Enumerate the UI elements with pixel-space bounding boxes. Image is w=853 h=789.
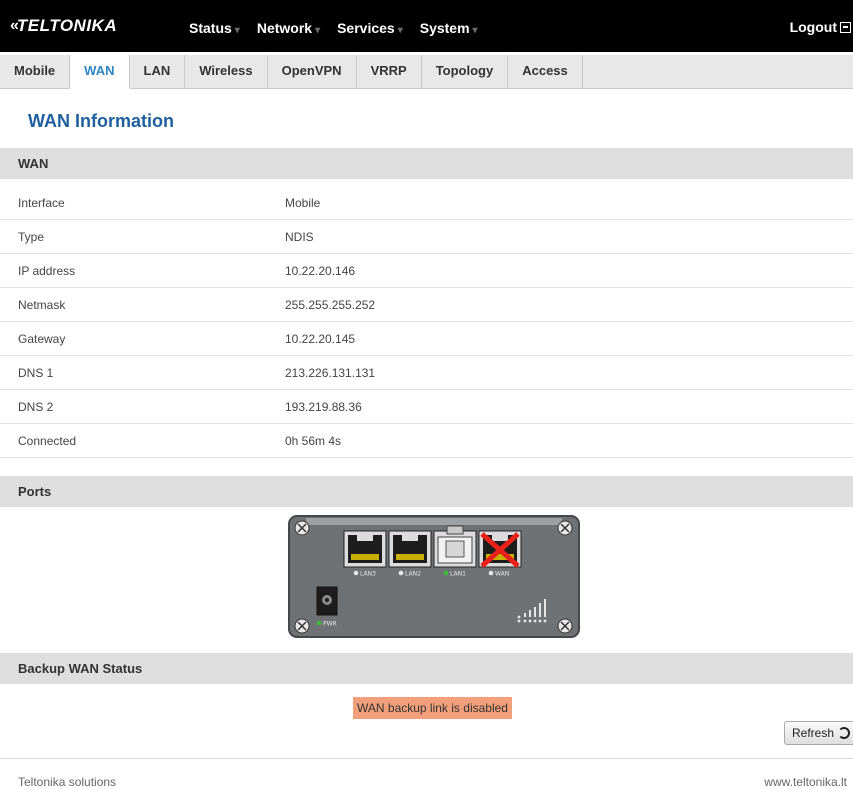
menu-system[interactable]: System ▾ [420,20,478,36]
power-jack [316,586,338,616]
main-menu: Status ▾ Network ▾ Services ▾ System ▾ [189,20,495,36]
caret-down-icon: ▾ [397,25,403,36]
caret-down-icon: ▾ [234,25,240,36]
teltonika-logo[interactable]: « TELTONIKA [10,14,117,38]
port-lan1 [433,525,477,568]
tab-vrrp[interactable]: VRRP [357,55,422,88]
screw-icon [557,520,573,536]
status-tabs: Mobile WAN LAN Wireless OpenVPN VRRP Top… [0,55,853,89]
tab-openvpn[interactable]: OpenVPN [268,55,357,88]
footer-company: Teltonika solutions [18,775,117,789]
row-label: Connected [18,434,77,448]
refresh-button[interactable]: Refresh [784,721,853,745]
row-label: Netmask [18,298,66,312]
logo-mark-icon: « [10,17,19,34]
led-lan3 [353,570,359,576]
tab-mobile[interactable]: Mobile [0,55,71,88]
logout-label: Logout [789,19,837,35]
info-row-dns1: DNS 1 213.226.131.131 [0,356,853,390]
port-label-lan2: LAN2 [405,571,421,578]
menu-system-label: System [419,20,470,36]
info-row-type: Type NDIS [0,220,853,254]
caret-down-icon: ▾ [315,25,321,36]
row-label: IP address [18,264,76,278]
port-lan2 [388,530,432,568]
backup-status-message: WAN backup link is disabled [353,697,512,719]
top-navbar: « TELTONIKA Status ▾ Network ▾ Services ▾ S… [0,0,853,52]
screw-icon [294,520,310,536]
row-value: NDIS [285,230,314,244]
tab-wan[interactable]: WAN [70,55,130,89]
caret-down-icon: ▾ [472,25,478,36]
row-label: DNS 2 [18,400,54,414]
tab-topology[interactable]: Topology [422,55,509,88]
menu-network-label: Network [256,20,313,36]
row-value: 10.22.20.145 [285,332,356,346]
row-value: 255.255.255.252 [285,298,376,312]
logout-link[interactable]: Logout [790,19,851,35]
row-label: DNS 1 [18,366,54,380]
led-pwr [316,620,322,626]
menu-services[interactable]: Services ▾ [337,20,403,36]
screw-icon [557,618,573,634]
port-label-lan1: LAN1 [450,571,466,578]
backup-section-header: Backup WAN Status [0,653,853,684]
footer-divider [0,758,853,759]
menu-network[interactable]: Network ▾ [257,20,320,36]
row-value: 10.22.20.146 [285,264,356,278]
port-lan3 [343,530,387,568]
port-label-wan: WAN [495,571,509,578]
menu-status-label: Status [189,20,232,36]
refresh-icon [838,727,851,739]
row-label: Gateway [18,332,66,346]
info-row-dns2: DNS 2 193.219.88.36 [0,390,853,424]
footer-website-link[interactable]: www.teltonika.lt [764,775,847,789]
router-top-ridge [306,518,562,525]
row-label: Interface [18,196,65,210]
row-label: Type [18,230,45,244]
info-row-connected: Connected 0h 56m 4s [0,424,853,458]
refresh-label: Refresh [792,726,835,740]
screw-icon [294,618,310,634]
port-label-pwr: PWR [323,621,337,628]
router-ports-diagram: LAN3 LAN2 LAN1 WAN PWR [288,515,580,638]
row-value: 213.226.131.131 [285,366,376,380]
logo-text: TELTONIKA [16,16,118,35]
info-row-gateway: Gateway 10.22.20.145 [0,322,853,356]
logout-icon [840,21,851,33]
row-value: 193.219.88.36 [285,400,362,414]
page-title: WAN Information [28,111,174,131]
row-value: Mobile [285,196,321,210]
info-row-netmask: Netmask 255.255.255.252 [0,288,853,322]
info-row-ip-address: IP address 10.22.20.146 [0,254,853,288]
led-lan1 [443,570,449,576]
ports-section-header: Ports [0,476,853,507]
info-row-interface: Interface Mobile [0,186,853,220]
tab-wireless[interactable]: Wireless [185,55,268,88]
port-label-lan3: LAN3 [360,571,376,578]
tab-access[interactable]: Access [508,55,583,88]
row-value: 0h 56m 4s [285,434,342,448]
led-lan2 [398,570,404,576]
menu-services-label: Services [337,20,395,36]
wan-section-header: WAN [0,148,853,179]
menu-status[interactable]: Status ▾ [189,20,240,36]
led-wan [488,570,494,576]
tab-lan[interactable]: LAN [130,55,186,88]
